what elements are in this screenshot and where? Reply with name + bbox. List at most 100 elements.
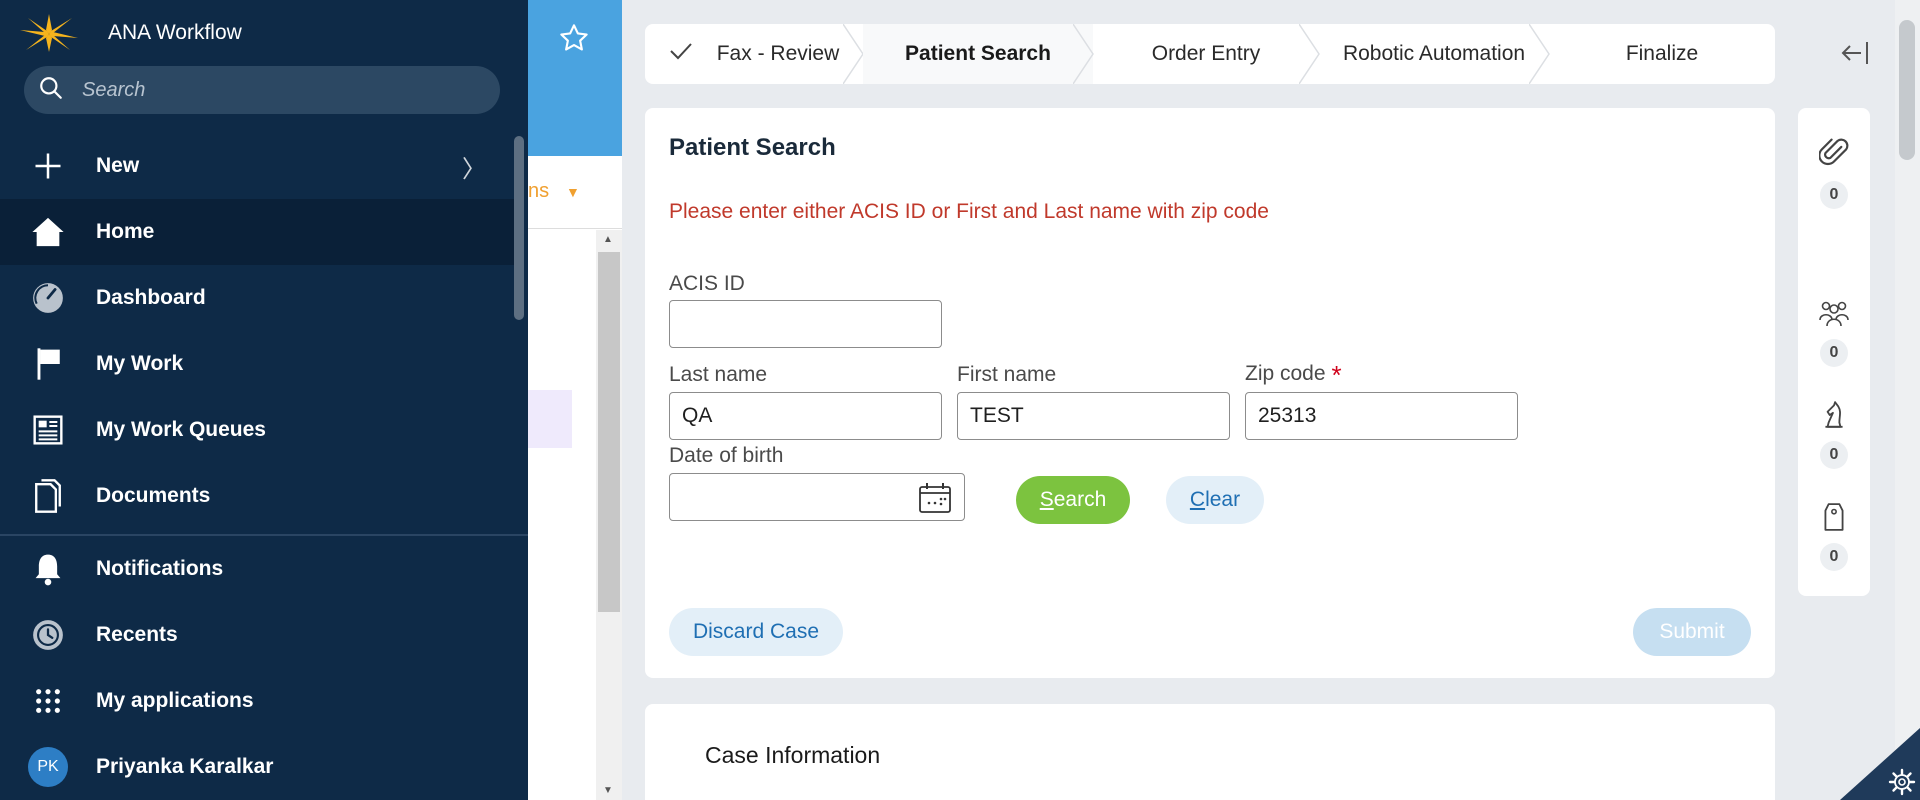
attachments-count: 0 [1820, 181, 1848, 209]
dashboard-icon [28, 278, 68, 318]
search-label-rest: earch [1053, 488, 1107, 511]
clear-accesskey: C [1189, 488, 1206, 511]
clear-label-rest: lear [1205, 488, 1241, 511]
brand[interactable]: ANA Workflow [18, 12, 242, 54]
step-label: Fax - Review [716, 42, 840, 65]
step-separator [1529, 24, 1550, 84]
tag-icon [1822, 502, 1846, 537]
nav-item-label: New [96, 154, 140, 177]
side-navigation: ANA Workflow New 〉 Home Dashboard My Wor… [0, 0, 528, 800]
zip-code-label: Zip code * [1245, 360, 1342, 391]
settings-corner[interactable] [1840, 728, 1920, 800]
app-title: ANA Workflow [108, 21, 242, 44]
acis-id-input[interactable] [669, 300, 942, 348]
step-robotic-automation[interactable]: Robotic Automation [1319, 24, 1550, 84]
scroll-down-arrow-icon[interactable]: ▼ [603, 785, 613, 796]
last-name-label: Last name [669, 363, 768, 386]
last-name-input[interactable] [669, 392, 942, 440]
nav-search-input[interactable] [82, 78, 482, 102]
nav-item-label: Documents [96, 484, 211, 507]
step-patient-search[interactable]: Patient Search [863, 24, 1094, 84]
followers-utility[interactable]: 0 [1798, 298, 1870, 367]
queue-icon [28, 410, 68, 450]
first-name-label: First name [957, 363, 1057, 386]
step-fax-review[interactable]: Fax - Review [645, 24, 864, 84]
page-scrollbar-thumb[interactable] [1899, 20, 1915, 160]
nav-item-label: Dashboard [96, 286, 206, 309]
scroll-up-arrow-icon[interactable]: ▲ [603, 234, 613, 245]
zip-code-label-text: Zip code [1245, 362, 1326, 385]
nav-item-my-applications[interactable]: My applications [0, 668, 516, 734]
avatar: PK [28, 747, 68, 787]
nav-item-dashboard[interactable]: Dashboard [0, 265, 516, 331]
step-label: Order Entry [1151, 42, 1261, 65]
background-menu-label[interactable]: ns [528, 180, 549, 203]
search-button[interactable]: Search [1016, 476, 1130, 524]
chevron-right-icon: 〉 [462, 155, 486, 183]
nav-item-my-work[interactable]: My Work [0, 331, 516, 397]
case-stepper: Fax - Review Patient Search Order Entry … [645, 24, 1775, 84]
nav-search-box[interactable] [24, 66, 500, 114]
submit-button[interactable]: Submit [1633, 608, 1751, 656]
step-separator [843, 24, 864, 84]
bell-icon [28, 549, 68, 589]
nav-item-my-work-queues[interactable]: My Work Queues [0, 397, 516, 463]
first-name-input[interactable] [957, 392, 1230, 440]
nav-item-home[interactable]: Home [0, 199, 516, 265]
nav-item-user[interactable]: PK Priyanka Karalkar [0, 734, 516, 800]
page-scrollbar[interactable] [1895, 0, 1920, 800]
logo-icon [20, 14, 78, 52]
step-order-entry[interactable]: Order Entry [1093, 24, 1320, 84]
acis-id-label: ACIS ID [669, 272, 745, 295]
flag-icon [28, 344, 68, 384]
nav-item-label: Recents [96, 623, 178, 646]
utilities-panel: 0 0 0 0 [1798, 108, 1870, 596]
scrollbar-thumb[interactable] [598, 252, 620, 612]
background-selected-row [528, 390, 572, 448]
discard-case-button[interactable]: Discard Case [669, 608, 843, 656]
caret-down-icon: ▼ [566, 184, 580, 200]
section-title: Patient Search [669, 134, 836, 161]
calendar-icon[interactable] [918, 482, 952, 519]
search-accesskey: S [1039, 488, 1054, 511]
step-label: Patient Search [905, 42, 1051, 65]
section-title: Case Information [705, 742, 881, 768]
chess-knight-icon [1820, 400, 1848, 435]
paperclip-icon [1818, 136, 1849, 175]
case-information-card: Case Information [645, 704, 1775, 800]
step-separator [1299, 24, 1320, 84]
home-icon [28, 212, 68, 252]
tags-count: 0 [1820, 543, 1848, 571]
user-name: Priyanka Karalkar [96, 755, 274, 778]
collapse-panel-icon[interactable] [1840, 40, 1870, 71]
nav-item-new[interactable]: New 〉 [0, 133, 516, 199]
nav-item-notifications[interactable]: Notifications [0, 536, 516, 602]
apps-grid-icon [28, 681, 68, 721]
nav-item-documents[interactable]: Documents [0, 463, 516, 529]
favorite-star-icon[interactable] [558, 22, 590, 59]
people-icon [1818, 298, 1850, 333]
date-of-birth-label: Date of birth [669, 444, 784, 467]
nav-scrollbar-thumb[interactable] [514, 136, 524, 320]
background-scrollbar[interactable]: ▲ ▼ [596, 230, 622, 800]
divider [528, 228, 622, 229]
step-label: Finalize [1625, 42, 1699, 65]
search-icon [38, 75, 64, 106]
tags-utility[interactable]: 0 [1798, 502, 1870, 571]
stakeholders-count: 0 [1820, 441, 1848, 469]
step-separator [1073, 24, 1094, 84]
history-icon [28, 615, 68, 655]
zip-code-input[interactable] [1245, 392, 1518, 440]
clear-button[interactable]: Clear [1166, 476, 1264, 524]
nav-item-label: My Work Queues [96, 418, 266, 441]
stakeholders-utility[interactable]: 0 [1798, 400, 1870, 469]
validation-error-message: Please enter either ACIS ID or First and… [669, 200, 1269, 223]
step-label: Robotic Automation [1342, 42, 1526, 65]
required-asterisk: * [1331, 360, 1342, 390]
attachments-utility[interactable]: 0 [1798, 136, 1870, 209]
step-finalize[interactable]: Finalize [1549, 24, 1775, 84]
nav-item-label: Home [96, 220, 155, 243]
nav-item-label: My Work [96, 352, 184, 375]
background-app-strip: ns ▼ ▲ ▼ [528, 0, 622, 800]
nav-item-recents[interactable]: Recents [0, 602, 516, 668]
